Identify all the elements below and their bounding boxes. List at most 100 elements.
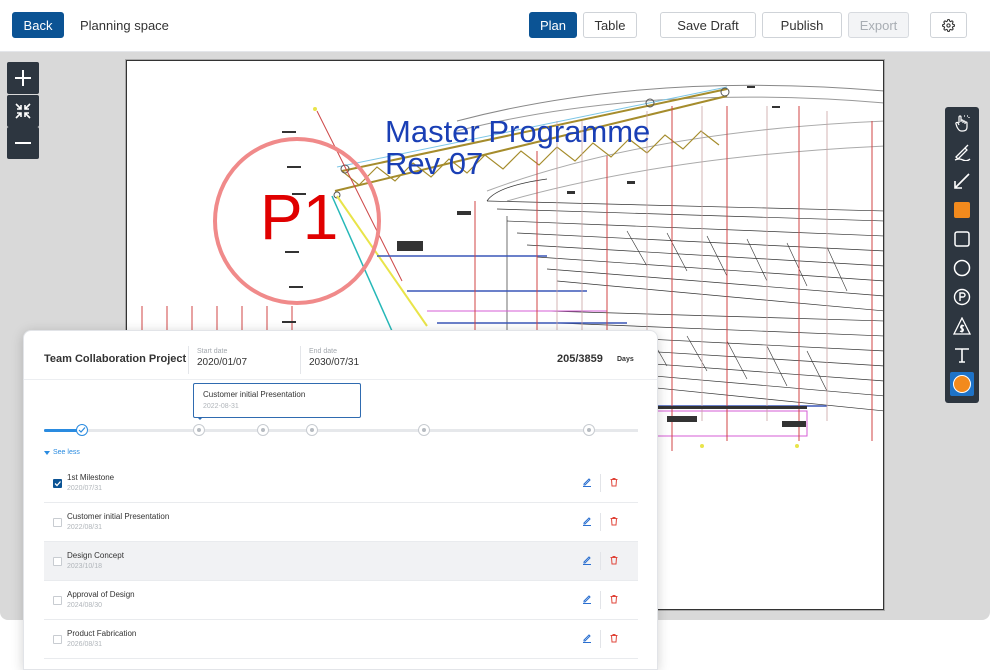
settings-button[interactable] [930,12,967,38]
milestone-checkbox[interactable] [53,557,62,566]
end-date-value: 2030/07/31 [309,357,360,368]
milestone-row[interactable]: Approval of Design 2024/08/30 [44,581,638,620]
milestone-row[interactable]: Customer initial Presentation 2022/08/31 [44,503,638,542]
fit-view-button[interactable] [7,95,39,127]
trash-icon[interactable] [609,555,619,565]
milestone-row[interactable]: Design Concept 2023/10/18 [44,542,638,581]
milestone-checkbox[interactable] [53,518,62,527]
trash-icon[interactable] [609,594,619,604]
edit-icon[interactable] [582,516,592,526]
milestone-row[interactable]: 1st Milestone 2020/07/31 [44,464,638,503]
check-icon [78,427,86,433]
start-date-value: 2020/01/07 [197,357,248,368]
divider [300,346,301,374]
text-tool[interactable] [950,343,974,367]
milestone-title: Product Fabrication [67,629,137,638]
parking-marker-tool[interactable] [950,285,974,309]
milestone-date: 2022/08/31 [67,524,103,531]
arrow-tool[interactable] [950,169,974,193]
drawing-title-line1: Master Programme [385,114,651,149]
view-plan-button[interactable]: Plan [529,12,577,38]
ellipse-tool[interactable] [950,256,974,280]
pen-icon [954,144,971,161]
milestone-title: Approval of Design [67,590,135,599]
milestone-date: 2026/08/31 [67,641,103,648]
milestone-date: 2020/07/31 [67,485,103,492]
publish-button[interactable]: Publish [762,12,842,38]
minus-icon [15,142,31,144]
circle-icon [953,259,971,277]
edit-icon[interactable] [582,477,592,487]
timeline-node[interactable] [257,424,269,436]
stamp-label: P1 [260,181,339,253]
milestone-date: 2023/10/18 [67,563,103,570]
pointer-tool[interactable] [950,111,974,135]
days-label: Days [617,356,634,363]
milestone-row[interactable]: Product Fabrication 2026/08/31 [44,620,638,659]
edit-icon[interactable] [582,633,592,643]
milestone-checkbox[interactable] [53,635,62,644]
zoom-out-button[interactable] [7,127,39,159]
arrow-icon [954,173,970,189]
timeline-progress [44,429,80,432]
color-picker-tool[interactable] [950,372,974,396]
pen-tool[interactable] [950,140,974,164]
trash-icon[interactable] [609,477,619,487]
milestone-checkbox[interactable] [53,479,62,488]
see-less-toggle[interactable]: See less [44,449,80,456]
timeline-node[interactable] [193,424,205,436]
days-counter: 205/3859 [557,353,603,365]
start-date-label: Start date [197,348,228,355]
plus-icon [15,70,31,86]
tooltip-date: 2022-08-31 [203,403,239,410]
gear-icon [942,18,955,32]
shrink-icon [15,103,31,119]
end-date-label: End date [309,348,338,355]
tooltip-pointer [197,417,203,420]
caret-down-icon [44,450,50,455]
top-bar: Back Planning space Plan Table Save Draf… [0,0,990,52]
row-divider [600,513,601,531]
fill-color-tool[interactable] [950,198,974,222]
cost-marker-tool[interactable] [950,314,974,338]
row-divider [600,630,601,648]
save-draft-button[interactable]: Save Draft [660,12,756,38]
row-divider [600,474,601,492]
timeline-node[interactable] [583,424,595,436]
row-divider [600,591,601,609]
page-title: Planning space [80,18,169,33]
drawing-title-line2: Rev 07 [385,146,484,181]
text-icon [955,348,969,363]
edit-icon[interactable] [582,555,592,565]
timeline-track [44,429,638,432]
milestone-checkbox[interactable] [53,596,62,605]
export-button[interactable]: Export [848,12,909,38]
timeline-node[interactable] [76,424,88,436]
cost-marker-icon [953,317,971,335]
milestone-date: 2024/08/30 [67,602,103,609]
project-name: Team Collaboration Project [44,353,187,365]
zoom-in-button[interactable] [7,62,39,94]
timeline-node[interactable] [418,424,430,436]
row-divider [600,552,601,570]
view-table-button[interactable]: Table [583,12,637,38]
filled-square-icon [954,202,970,218]
back-button[interactable]: Back [12,12,64,38]
parking-marker-icon [953,288,971,306]
divider [188,346,189,374]
pointer-hand-icon [955,115,970,132]
edit-icon[interactable] [582,594,592,604]
see-less-label: See less [53,449,80,456]
rectangle-tool[interactable] [950,227,974,251]
timeline-node[interactable] [306,424,318,436]
milestone-title: Design Concept [67,551,124,560]
trash-icon[interactable] [609,516,619,526]
milestone-title: 1st Milestone [67,473,115,482]
milestone-tooltip: Customer initial Presentation 2022-08-31 [193,383,361,420]
annotation-toolbar [945,107,979,403]
milestone-panel: Team Collaboration Project Start date 20… [23,330,658,670]
header-divider [24,379,657,380]
trash-icon[interactable] [609,633,619,643]
milestone-title: Customer initial Presentation [67,512,170,521]
color-picker-icon [953,375,971,393]
